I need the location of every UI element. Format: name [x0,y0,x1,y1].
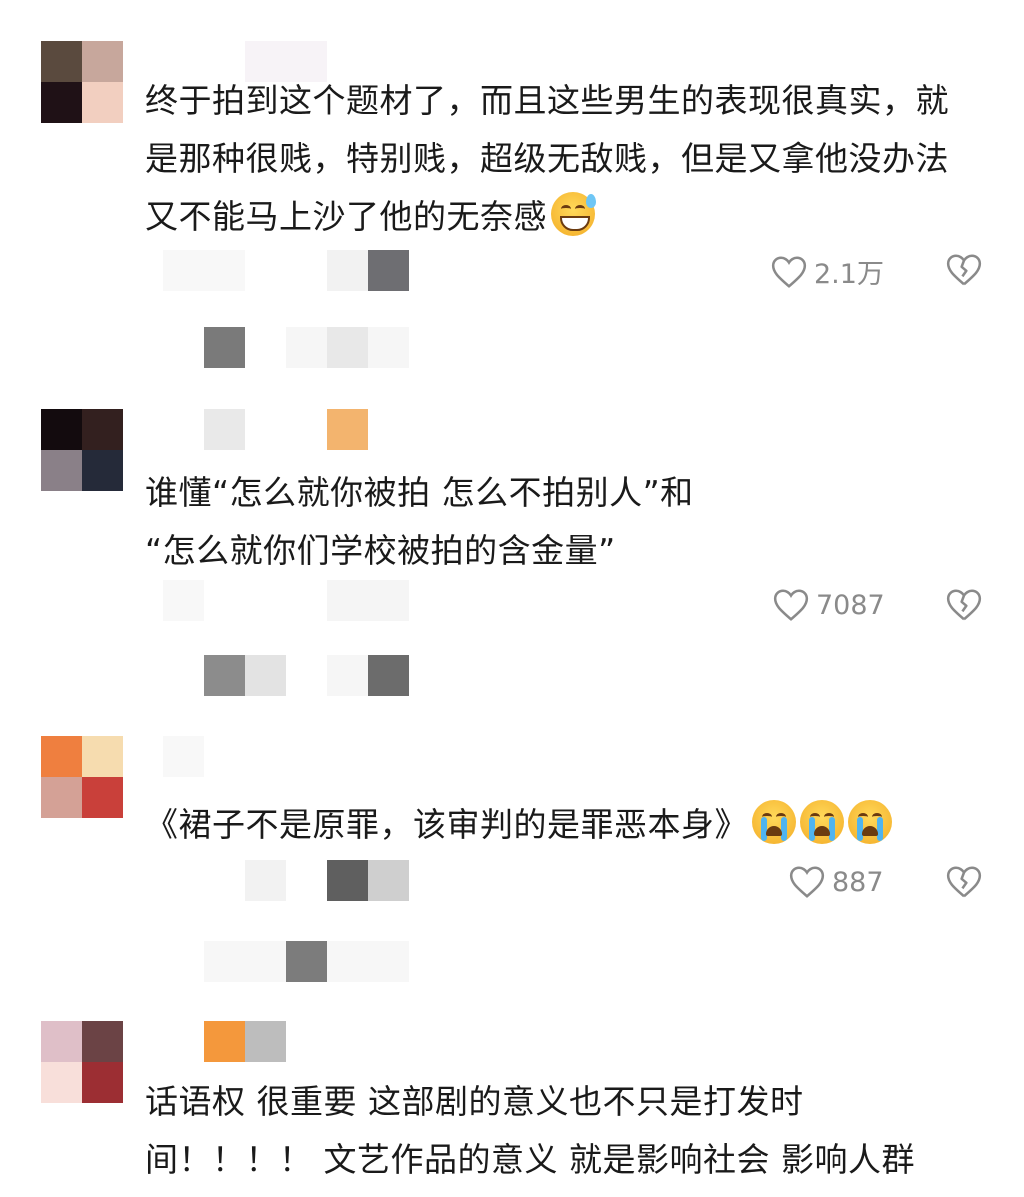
pixelated-block [327,327,368,368]
crying-face-emoji-icon [752,800,796,844]
heart-icon [773,589,809,621]
crying-face-emoji-icon [800,800,844,844]
pixelated-block [163,250,245,291]
avatar[interactable] [41,736,123,818]
pixelated-block [327,860,368,901]
heart-icon [789,866,825,898]
avatar[interactable] [41,1021,123,1103]
username-pixelated [204,409,245,450]
pixelated-block [286,941,327,982]
pixelated-block [327,250,368,291]
pixelated-block [245,655,286,696]
pixelated-block [163,580,204,621]
pixelated-block [327,655,368,696]
pixelated-block [368,860,409,901]
broken-heart-icon [946,254,982,286]
like-count: 7087 [816,589,885,621]
pixelated-block [368,655,409,696]
dislike-button[interactable] [945,587,983,627]
badge-pixelated [204,1021,245,1062]
like-button[interactable]: 887 [788,864,884,900]
comment-text: 谁懂“怎么就你被拍 怎么不拍别人”和 “怎么就你们学校被拍的含金量” [145,473,694,570]
broken-heart-icon [946,589,982,621]
comment-text: 终于拍到这个题材了，而且这些男生的表现很真实，就 是那种很贱，特别贱，超级无敌贱… [145,81,949,236]
dislike-button[interactable] [945,864,983,904]
username-pixelated [163,736,204,777]
pixelated-block [204,655,245,696]
pixelated-block [204,941,286,982]
like-button[interactable]: 7087 [772,587,885,623]
like-button[interactable]: 2.1万 [770,252,884,291]
avatar[interactable] [41,409,123,491]
dislike-button[interactable] [945,252,983,292]
like-count: 887 [832,866,884,898]
like-count: 2.1万 [814,259,884,290]
comment-text: 话语权 很重要 这部剧的意义也不只是打发时 间！！！！ 文艺作品的意义 就是影响… [145,1082,915,1179]
pixelated-block [368,327,409,368]
heart-icon [771,255,807,288]
pixelated-block [368,250,409,291]
badge-pixelated [327,409,368,450]
pixelated-block [204,327,245,368]
broken-heart-icon [946,866,982,898]
grinning-sweat-emoji-icon [551,192,596,236]
comment-text: 《裙子不是原罪，该审判的是罪恶本身》 [145,796,892,854]
badge-pixelated [245,1021,286,1062]
pixelated-block [245,860,286,901]
pixelated-block [327,580,409,621]
pixelated-block [327,941,409,982]
pixelated-block [286,327,327,368]
crying-face-emoji-icon [848,800,892,844]
avatar[interactable] [41,41,123,123]
